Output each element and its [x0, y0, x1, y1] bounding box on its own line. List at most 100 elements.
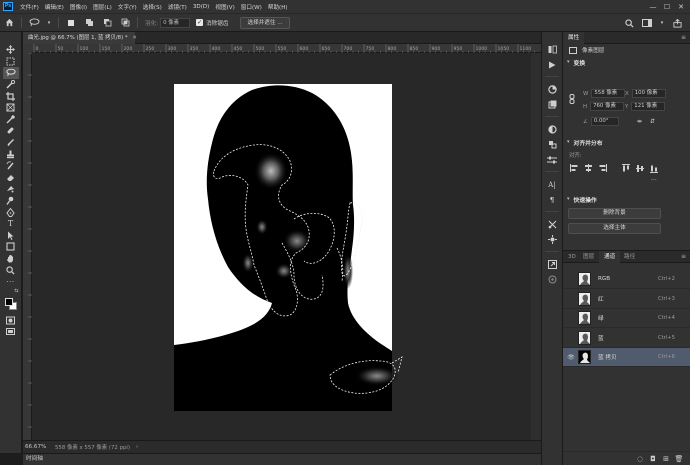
tab-channels[interactable]: 通道	[599, 251, 621, 263]
image-canvas[interactable]	[32, 53, 531, 440]
maximize-button[interactable]: ☐	[660, 3, 674, 11]
y-input[interactable]: 121 像素	[631, 102, 666, 111]
color-wheel-icon[interactable]	[545, 84, 559, 95]
tab-paths[interactable]: 路径	[619, 251, 640, 263]
paragraph-icon[interactable]: ¶	[545, 194, 559, 205]
color-swatches[interactable]	[3, 297, 19, 311]
gradient-tool-icon[interactable]	[3, 183, 19, 195]
foreground-color-swatch[interactable]	[4, 298, 13, 307]
load-selection-icon[interactable]: ◌	[635, 455, 645, 463]
screen-mode-icon[interactable]	[3, 326, 19, 338]
vertical-scrollbar[interactable]	[531, 53, 541, 440]
libraries-icon[interactable]	[545, 154, 559, 165]
history-brush-icon[interactable]	[3, 160, 19, 172]
document-tab[interactable]: 曲光.jpg @ 66.7% (图层 1, 蓝 拷贝/8) * ✕	[23, 32, 137, 44]
vertical-ruler[interactable]	[23, 52, 32, 440]
path-select-icon[interactable]	[3, 230, 19, 242]
eyedropper-icon[interactable]	[3, 114, 19, 126]
play-actions-icon[interactable]	[545, 59, 559, 70]
more-options-icon[interactable]: ···	[651, 177, 657, 184]
learn-icon[interactable]	[545, 139, 559, 150]
new-selection-icon[interactable]	[65, 17, 77, 29]
3d-materials-icon[interactable]	[545, 274, 559, 285]
zoom-level[interactable]: 66.67%	[25, 444, 51, 450]
clone-stamp-icon[interactable]	[3, 148, 19, 160]
menu-image[interactable]: 图像(I)	[67, 3, 90, 11]
menu-3d[interactable]: 3D(D)	[190, 4, 213, 10]
swatches-icon[interactable]	[545, 99, 559, 110]
align-top-icon[interactable]	[621, 164, 631, 172]
menu-help[interactable]: 帮助(H)	[265, 3, 291, 11]
dodge-tool-icon[interactable]	[3, 195, 19, 207]
angle-input[interactable]: 0.00°	[590, 117, 619, 126]
transform-section-header[interactable]: ▾ 变换	[563, 56, 690, 68]
menu-view[interactable]: 视图(V)	[212, 3, 237, 11]
home-icon[interactable]	[3, 17, 15, 29]
menu-file[interactable]: 文件(F)	[17, 3, 42, 11]
feather-input[interactable]: 0 像素	[160, 17, 191, 28]
channel-green[interactable]: 绿 Ctrl+4	[563, 309, 690, 328]
menu-filter[interactable]: 滤镜(T)	[165, 3, 190, 11]
panel-menu-icon[interactable]: ≡	[681, 251, 686, 263]
align-left-icon[interactable]	[569, 164, 579, 172]
close-button[interactable]: ✕	[674, 3, 688, 11]
menu-select[interactable]: 选择(S)	[140, 3, 165, 11]
character-icon[interactable]: A|	[545, 179, 559, 190]
tab-properties[interactable]: 属性	[563, 32, 585, 44]
flip-vertical-icon[interactable]: ⇵	[650, 118, 655, 125]
visibility-eye-icon[interactable]: 👁	[566, 354, 576, 361]
x-input[interactable]: 100 像素	[631, 89, 666, 98]
chevron-down-icon[interactable]: ▾	[46, 17, 52, 29]
tab-layers[interactable]: 图层	[578, 251, 599, 263]
channel-blue-copy[interactable]: 👁 蓝 拷贝 Ctrl+6	[563, 348, 690, 367]
intersect-selection-icon[interactable]	[119, 17, 131, 29]
workspace-icon[interactable]	[641, 17, 653, 29]
channel-blue[interactable]: 蓝 Ctrl+5	[563, 329, 690, 348]
panel-menu-icon[interactable]: ≡	[681, 32, 686, 44]
brush-tool-icon[interactable]	[3, 137, 19, 149]
eraser-tool-icon[interactable]	[3, 172, 19, 184]
frame-tool-icon[interactable]	[3, 102, 19, 114]
select-subject-button[interactable]: 选择主体	[568, 223, 661, 234]
timeline-panel[interactable]: 时间轴	[23, 453, 541, 465]
remove-background-button[interactable]: 删除背景	[568, 208, 661, 219]
align-center-v-icon[interactable]	[635, 164, 645, 172]
link-dimensions-icon[interactable]	[569, 94, 575, 104]
menu-edit[interactable]: 编辑(E)	[42, 3, 67, 11]
zoom-tool-icon[interactable]	[3, 264, 19, 276]
new-channel-icon[interactable]: ⊞	[661, 455, 671, 463]
chevron-down-icon[interactable]: ▾	[659, 17, 665, 29]
subtract-selection-icon[interactable]	[101, 17, 113, 29]
height-input[interactable]: 760 像素	[590, 102, 625, 111]
horizontal-ruler[interactable]: 0 50 100 150 200 250 300 350 400 450 500 550 600 650 7…	[32, 44, 541, 53]
antialias-checkbox[interactable]: ✓	[196, 19, 204, 26]
tool-presets-icon[interactable]	[545, 219, 559, 230]
align-center-h-icon[interactable]	[583, 164, 593, 172]
marquee-tool-icon[interactable]	[3, 56, 19, 68]
trash-icon[interactable]: 🗑	[674, 455, 684, 463]
lasso-tool-icon[interactable]	[28, 17, 40, 29]
hand-tool-icon[interactable]	[3, 253, 19, 265]
quick-actions-header[interactable]: ▾ 快速操作	[563, 193, 690, 205]
minimize-button[interactable]: —	[646, 3, 660, 11]
swap-colors-icon[interactable]: ⇆	[3, 287, 18, 294]
save-selection-icon[interactable]: ◘	[648, 455, 658, 463]
close-tab-icon[interactable]: ✕	[132, 35, 137, 41]
quick-select-icon[interactable]	[3, 79, 19, 91]
menu-layer[interactable]: 图层(L)	[90, 3, 115, 11]
history-icon[interactable]	[545, 44, 559, 55]
align-section-header[interactable]: ▾ 对齐并分布	[563, 136, 690, 148]
menu-window[interactable]: 窗口(W)	[238, 3, 265, 11]
brush-settings-icon[interactable]	[545, 234, 559, 245]
align-bottom-icon[interactable]	[649, 164, 659, 173]
search-icon[interactable]	[623, 17, 635, 29]
menu-type[interactable]: 文字(Y)	[115, 3, 140, 11]
healing-brush-icon[interactable]	[3, 125, 19, 137]
adjustments-icon[interactable]	[545, 124, 559, 135]
quick-mask-icon[interactable]	[3, 314, 19, 326]
align-right-icon[interactable]	[597, 164, 607, 172]
shape-tool-icon[interactable]	[3, 241, 19, 253]
type-tool-icon[interactable]: T	[3, 218, 19, 230]
lasso-tool-icon[interactable]	[2, 67, 19, 79]
channel-red[interactable]: 红 Ctrl+3	[563, 290, 690, 309]
